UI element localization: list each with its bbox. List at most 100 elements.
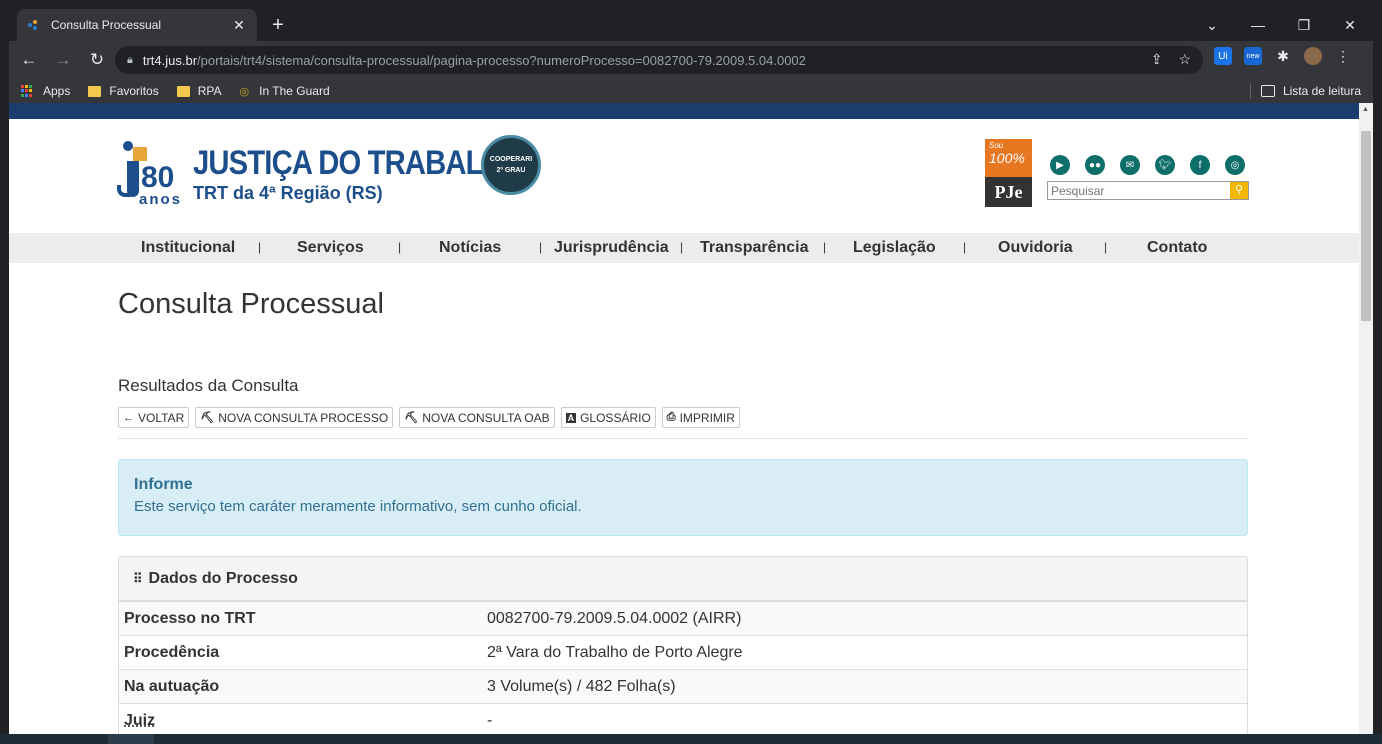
trt-favicon-icon — [27, 18, 41, 32]
folder-icon — [88, 85, 102, 97]
top-strip — [9, 103, 1359, 119]
back-arrow-icon[interactable]: ← — [15, 46, 43, 74]
new-tab-button[interactable]: + — [267, 14, 289, 36]
site-title: JUSTIÇA DO TRABALHO — [193, 143, 526, 182]
table-row: Na autuação 3 Volume(s) / 482 Folha(s) — [119, 669, 1247, 703]
cooperari-seal-icon: COOPERARI 2º GRAU — [481, 135, 541, 195]
nova-consulta-processo-button[interactable]: ⛏ NOVA CONSULTA PROCESSO — [195, 407, 394, 428]
bookmark-rpa[interactable]: RPA — [176, 84, 222, 98]
sitemap-icon: ⠿ — [133, 570, 143, 586]
window-controls: ⌄ — ❐ ✕ — [1189, 9, 1373, 41]
gavel-icon: ⛏ — [200, 412, 215, 424]
font-icon: A — [565, 412, 577, 423]
apps-grid-icon — [21, 85, 33, 97]
menu-item-noticias[interactable]: Notícias — [439, 239, 501, 257]
row-key: Processo no TRT — [124, 609, 256, 627]
pje-100-badge[interactable]: Sou 100% PJe — [985, 139, 1032, 207]
flickr-icon[interactable]: ●● — [1085, 155, 1105, 175]
menu-item-transparencia[interactable]: Transparência — [700, 239, 809, 257]
twitter-icon[interactable]: 🐦︎ — [1155, 155, 1175, 175]
table-row: Processo no TRT 0082700-79.2009.5.04.000… — [119, 601, 1247, 635]
row-value: 2ª Vara do Trabalho de Porto Alegre — [487, 643, 743, 661]
row-value: - — [487, 711, 493, 729]
url-path: /portais/trt4/sistema/consulta-processua… — [197, 52, 806, 68]
profile-avatar[interactable] — [1304, 47, 1322, 65]
gavel-icon: ⛏ — [404, 412, 419, 424]
browser-toolbar: ← → ↻ 🔒︎ trt4.jus.br /portais/trt4/siste… — [9, 41, 1373, 79]
minimize-icon[interactable]: — — [1235, 17, 1281, 33]
main-menu: Institucional | Serviços | Notícias | Ju… — [9, 233, 1359, 263]
bookmark-label: In The Guard — [259, 84, 330, 98]
tab-consulta-processual[interactable]: Consulta Processual ✕ — [17, 9, 257, 41]
taskbar-active-app[interactable] — [108, 734, 154, 744]
reading-list-label: Lista de leitura — [1282, 84, 1361, 98]
alert-title: Informe — [134, 476, 193, 493]
scrollbar-thumb[interactable] — [1361, 131, 1371, 321]
facebook-icon[interactable]: f — [1190, 155, 1210, 175]
close-tab-icon[interactable]: ✕ — [231, 17, 247, 34]
menu-item-legislacao[interactable]: Legislação — [853, 239, 936, 257]
menu-item-institucional[interactable]: Institucional — [141, 239, 235, 257]
menu-item-servicos[interactable]: Serviços — [297, 239, 364, 257]
tab-title: Consulta Processual — [51, 18, 162, 32]
bookmark-label: Apps — [43, 84, 71, 98]
row-key: Juiz — [124, 711, 156, 729]
youtube-icon[interactable]: ▶ — [1050, 155, 1070, 175]
reload-icon[interactable]: ↻ — [83, 46, 111, 74]
imprimir-button[interactable]: ⎙ IMPRIMIR — [661, 407, 740, 428]
vertical-scrollbar[interactable]: ▲ ▼ — [1359, 103, 1373, 744]
panel-title: Dados do Processo — [148, 569, 298, 587]
tab-strip: Consulta Processual ✕ + ⌄ — ❐ ✕ — [9, 9, 1373, 41]
menu-kebab-icon[interactable]: ⋮ — [1334, 47, 1352, 65]
close-window-icon[interactable]: ✕ — [1327, 17, 1373, 34]
instagram-icon[interactable]: ◎ — [1225, 155, 1245, 175]
reading-list-button[interactable]: Lista de leitura — [1249, 79, 1361, 103]
table-row: Juiz - — [119, 703, 1247, 737]
url-host: trt4.jus.br — [142, 52, 198, 68]
row-value: 0082700-79.2009.5.04.0002 (AIRR) — [487, 609, 742, 627]
menu-item-ouvidoria[interactable]: Ouvidoria — [998, 239, 1073, 257]
row-key: Na autuação — [124, 677, 220, 695]
row-value: 3 Volume(s) / 482 Folha(s) — [487, 677, 676, 695]
lock-icon[interactable]: 🔒︎ — [127, 54, 133, 67]
forward-arrow-icon[interactable]: → — [49, 46, 77, 74]
bookmark-label: RPA — [197, 84, 222, 98]
panel-heading: ⠿ Dados do Processo — [119, 557, 1247, 601]
row-key: Procedência — [124, 643, 220, 661]
share-icon[interactable]: ⇪ — [1151, 51, 1163, 68]
bookmarks-bar: Apps Favoritos RPA ◎ In The Guard Lista … — [9, 79, 1373, 103]
menu-item-jurisprudencia[interactable]: Jurisprudência — [554, 239, 669, 257]
bookmark-in-the-guard[interactable]: ◎ In The Guard — [240, 84, 330, 98]
search-input[interactable] — [1048, 182, 1230, 199]
arrow-left-icon: ← — [123, 411, 134, 424]
new-extension-icon[interactable]: new — [1244, 47, 1262, 65]
nova-consulta-oab-button[interactable]: ⛏ NOVA CONSULTA OAB — [399, 407, 555, 428]
bookmark-star-icon[interactable]: ☆ — [1178, 51, 1191, 68]
email-icon[interactable]: ✉ — [1120, 155, 1140, 175]
voltar-button[interactable]: ← VOLTAR — [118, 407, 190, 428]
page-viewport: 80 anos JUSTIÇA DO TRABALHO TRT da 4ª Re… — [9, 103, 1373, 744]
site-search: ⚲ — [1047, 181, 1249, 200]
reading-list-icon — [1260, 85, 1275, 97]
scroll-up-icon[interactable]: ▲ — [1362, 106, 1369, 113]
divider — [118, 438, 1248, 439]
address-bar[interactable]: 🔒︎ trt4.jus.br /portais/trt4/sistema/con… — [115, 46, 1203, 74]
menu-item-contato[interactable]: Contato — [1147, 239, 1207, 257]
jt-80-anos-logo-icon: 80 anos — [117, 139, 189, 209]
os-taskbar — [0, 734, 1382, 744]
info-alert: Informe Este serviço tem caráter meramen… — [118, 459, 1248, 536]
bookmark-apps[interactable]: Apps — [21, 84, 70, 98]
glossario-button[interactable]: A GLOSSÁRIO — [560, 407, 656, 428]
results-title: Resultados da Consulta — [118, 376, 299, 395]
action-buttons: ← VOLTAR ⛏ NOVA CONSULTA PROCESSO ⛏ NOVA… — [118, 407, 740, 428]
bookmark-label: Favoritos — [109, 84, 159, 98]
bookmark-favoritos[interactable]: Favoritos — [88, 84, 159, 98]
print-icon: ⎙ — [666, 411, 676, 423]
puzzle-extensions-icon[interactable]: ✱ — [1274, 47, 1292, 65]
restore-icon[interactable]: ❐ — [1281, 17, 1327, 34]
page-title: Consulta Processual — [118, 288, 384, 320]
search-icon[interactable]: ⚲ — [1230, 182, 1248, 199]
dados-processo-panel: ⠿ Dados do Processo Processo no TRT 0082… — [118, 556, 1248, 744]
uipath-extension-icon[interactable]: Ui — [1214, 47, 1232, 65]
tab-search-icon[interactable]: ⌄ — [1189, 17, 1235, 34]
